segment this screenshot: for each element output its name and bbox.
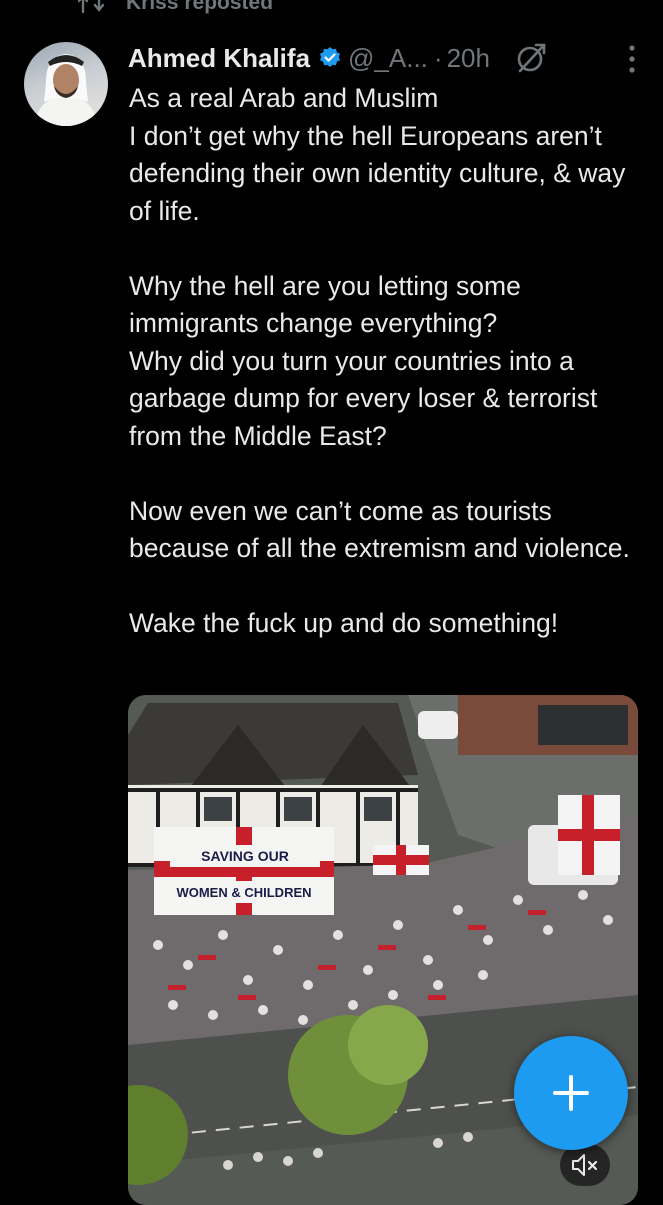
post-timestamp[interactable]: 20h xyxy=(447,43,490,74)
plus-icon xyxy=(553,1075,589,1111)
banner-text-line1: SAVING OUR xyxy=(201,848,289,864)
volume-muted-icon xyxy=(572,1154,598,1176)
compose-post-button[interactable] xyxy=(514,1036,628,1150)
repost-icon xyxy=(78,0,104,14)
avatar-image xyxy=(34,54,98,126)
tweet-text: As a real Arab and Muslim I don’t get wh… xyxy=(129,83,630,638)
avatar[interactable] xyxy=(24,42,108,126)
more-options-icon[interactable] xyxy=(627,44,637,74)
tweet-header: Ahmed Khalifa @_A... · 20h xyxy=(128,40,633,76)
grok-icon[interactable] xyxy=(514,41,548,75)
separator-dot: · xyxy=(433,42,443,73)
mute-toggle[interactable] xyxy=(560,1144,610,1186)
verified-badge-icon xyxy=(320,47,341,67)
author-handle[interactable]: @_A... xyxy=(348,43,428,74)
repost-label: Kriss reposted xyxy=(126,0,274,14)
repost-indicator[interactable]: Kriss reposted xyxy=(78,0,273,18)
banner-text-line2: WOMEN & CHILDREN xyxy=(176,885,311,900)
author-display-name[interactable]: Ahmed Khalifa xyxy=(128,43,310,74)
